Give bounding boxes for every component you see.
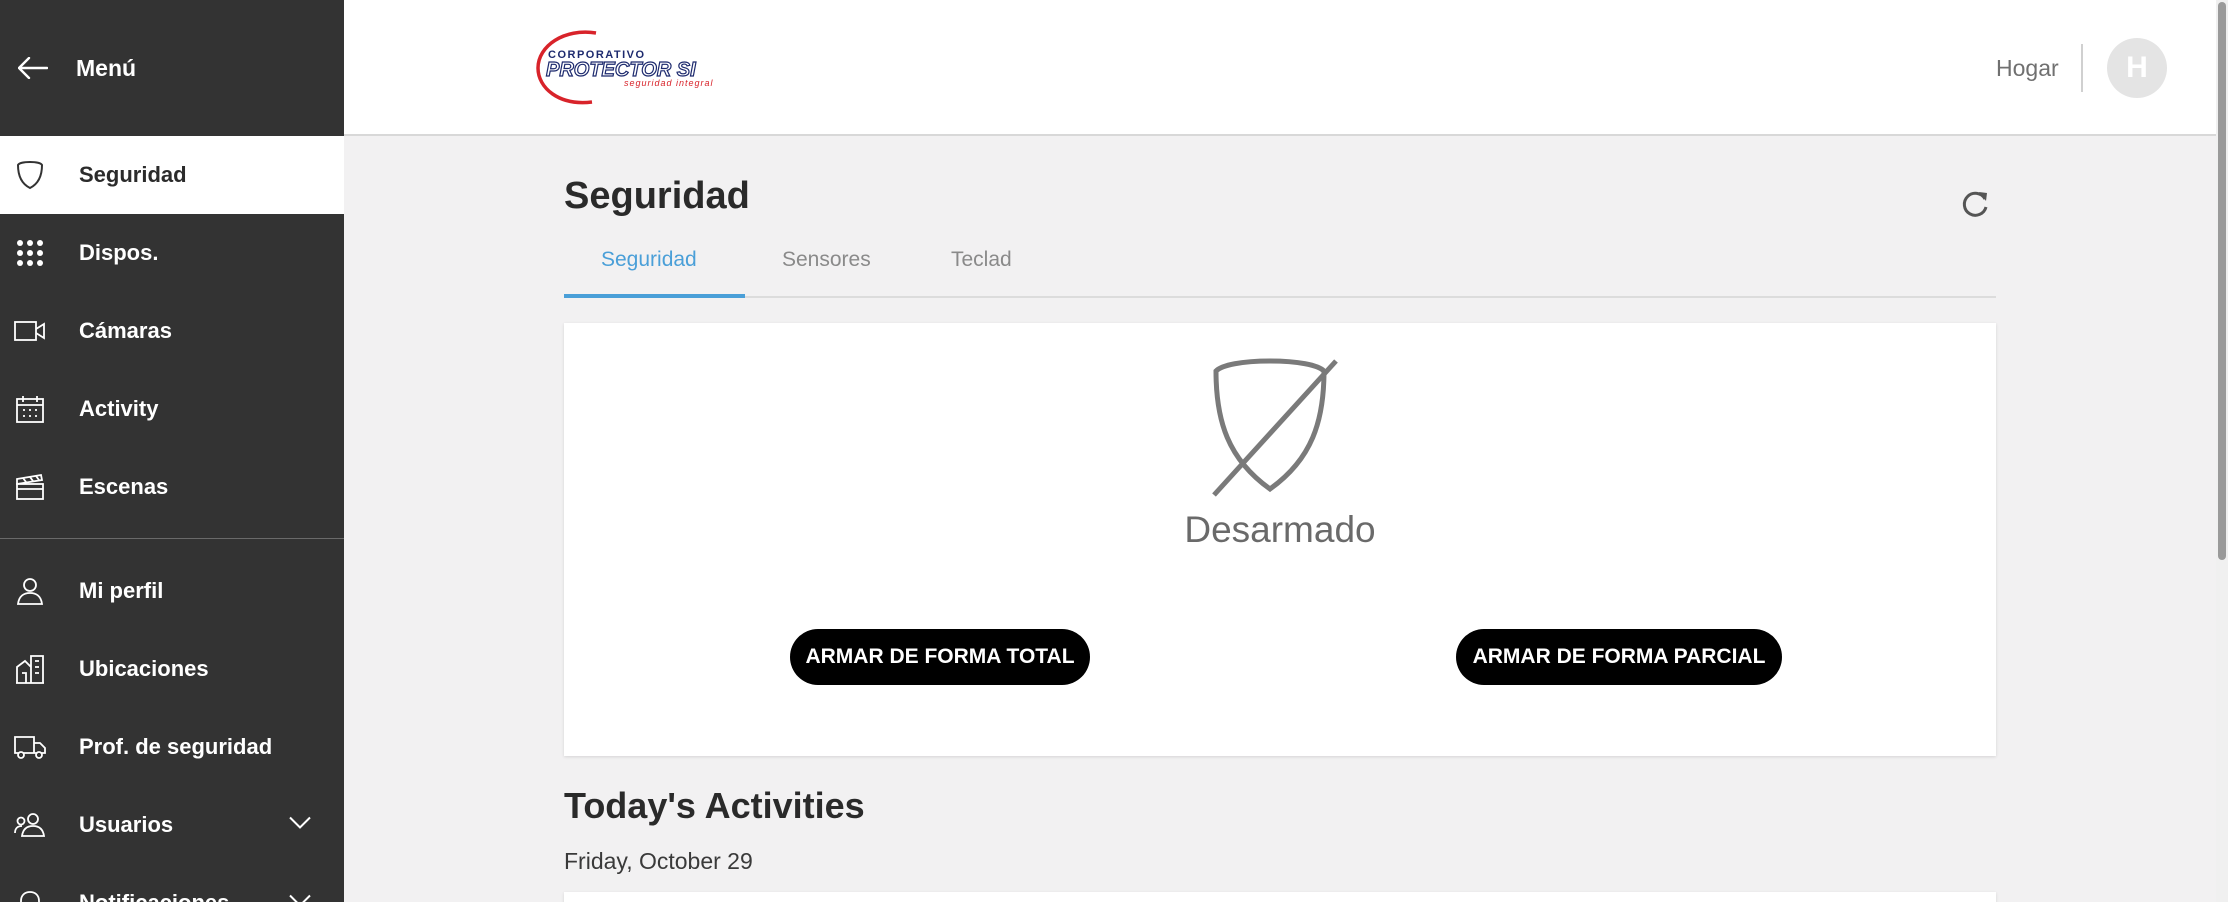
camera-icon bbox=[13, 314, 47, 348]
security-tabs: Seguridad Sensores Teclad bbox=[564, 240, 1996, 298]
page-scrollbar[interactable] bbox=[2216, 0, 2228, 902]
buildings-icon bbox=[13, 652, 47, 686]
sidebar-item-notificaciones[interactable]: Notificaciones bbox=[0, 864, 344, 902]
menu-title: Menú bbox=[76, 54, 137, 81]
sidebar-item-label: Prof. de seguridad bbox=[79, 734, 273, 759]
sidebar-item-camaras[interactable]: Cámaras bbox=[0, 292, 344, 370]
shield-icon bbox=[13, 158, 47, 192]
sidebar-item-escenas[interactable]: Escenas bbox=[0, 448, 344, 526]
security-status-card: Desarmado ARMAR DE FORMA TOTAL ARMAR DE … bbox=[564, 323, 1996, 756]
location-name[interactable]: Hogar bbox=[1996, 55, 2059, 82]
sidebar-item-label: Cámaras bbox=[79, 318, 172, 343]
arm-partial-button[interactable]: ARMAR DE FORMA PARCIAL bbox=[1456, 629, 1782, 685]
truck-icon bbox=[13, 730, 47, 764]
sidebar-item-dispos[interactable]: Dispos. bbox=[0, 214, 344, 292]
tab-teclado[interactable]: Teclad bbox=[951, 248, 1012, 272]
sidebar-item-usuarios[interactable]: Usuarios bbox=[0, 786, 344, 864]
sidebar-item-label: Seguridad bbox=[79, 162, 187, 187]
tab-seguridad[interactable]: Seguridad bbox=[601, 248, 697, 272]
active-tab-indicator bbox=[564, 294, 745, 298]
sidebar: Menú Seguridad Dispos. Cámaras Activity bbox=[0, 0, 344, 902]
user-avatar[interactable]: H bbox=[2107, 38, 2167, 98]
top-bar: CORPORATIVO PROTECTOR SI seguridad integ… bbox=[344, 0, 2216, 136]
sidebar-item-label: Escenas bbox=[79, 474, 169, 499]
activities-title: Today's Activities bbox=[564, 785, 865, 826]
refresh-icon[interactable] bbox=[1960, 188, 1992, 220]
sidebar-item-label: Activity bbox=[79, 396, 159, 421]
arm-status: Desarmado bbox=[1184, 509, 1376, 550]
person-icon bbox=[13, 574, 47, 608]
company-logo[interactable]: CORPORATIVO PROTECTOR SI seguridad integ… bbox=[534, 28, 744, 108]
sidebar-item-prof-seguridad[interactable]: Prof. de seguridad bbox=[0, 708, 344, 786]
activities-date: Friday, October 29 bbox=[564, 848, 753, 874]
sidebar-item-label: Ubicaciones bbox=[79, 656, 209, 681]
arm-total-button[interactable]: ARMAR DE FORMA TOTAL bbox=[790, 629, 1090, 685]
chevron-down-icon[interactable] bbox=[288, 894, 312, 902]
clapperboard-icon bbox=[13, 470, 47, 504]
back-arrow-icon[interactable] bbox=[12, 47, 54, 89]
header-divider bbox=[2081, 44, 2083, 92]
logo-tagline-text: seguridad integral bbox=[624, 78, 714, 88]
activities-list bbox=[564, 892, 1996, 902]
sidebar-item-ubicaciones[interactable]: Ubicaciones bbox=[0, 630, 344, 708]
sidebar-item-label: Usuarios bbox=[79, 812, 174, 837]
bell-icon bbox=[13, 886, 47, 902]
calendar-icon bbox=[13, 392, 47, 426]
shield-disarmed-icon bbox=[1200, 351, 1340, 499]
sidebar-item-activity[interactable]: Activity bbox=[0, 370, 344, 448]
sidebar-item-label: Notificaciones bbox=[79, 890, 229, 902]
sidebar-item-label: Mi perfil bbox=[79, 578, 164, 603]
sidebar-item-mi-perfil[interactable]: Mi perfil bbox=[0, 552, 344, 630]
sidebar-divider bbox=[0, 538, 344, 539]
sidebar-header: Menú bbox=[0, 0, 344, 136]
page-title: Seguridad bbox=[564, 175, 750, 217]
sidebar-item-label: Dispos. bbox=[79, 240, 159, 265]
scrollbar-thumb[interactable] bbox=[2218, 2, 2226, 560]
users-icon bbox=[13, 808, 47, 842]
chevron-down-icon[interactable] bbox=[288, 816, 312, 835]
grid-dots-icon bbox=[13, 236, 47, 270]
tab-sensores[interactable]: Sensores bbox=[782, 248, 871, 272]
sidebar-item-seguridad[interactable]: Seguridad bbox=[0, 136, 344, 214]
